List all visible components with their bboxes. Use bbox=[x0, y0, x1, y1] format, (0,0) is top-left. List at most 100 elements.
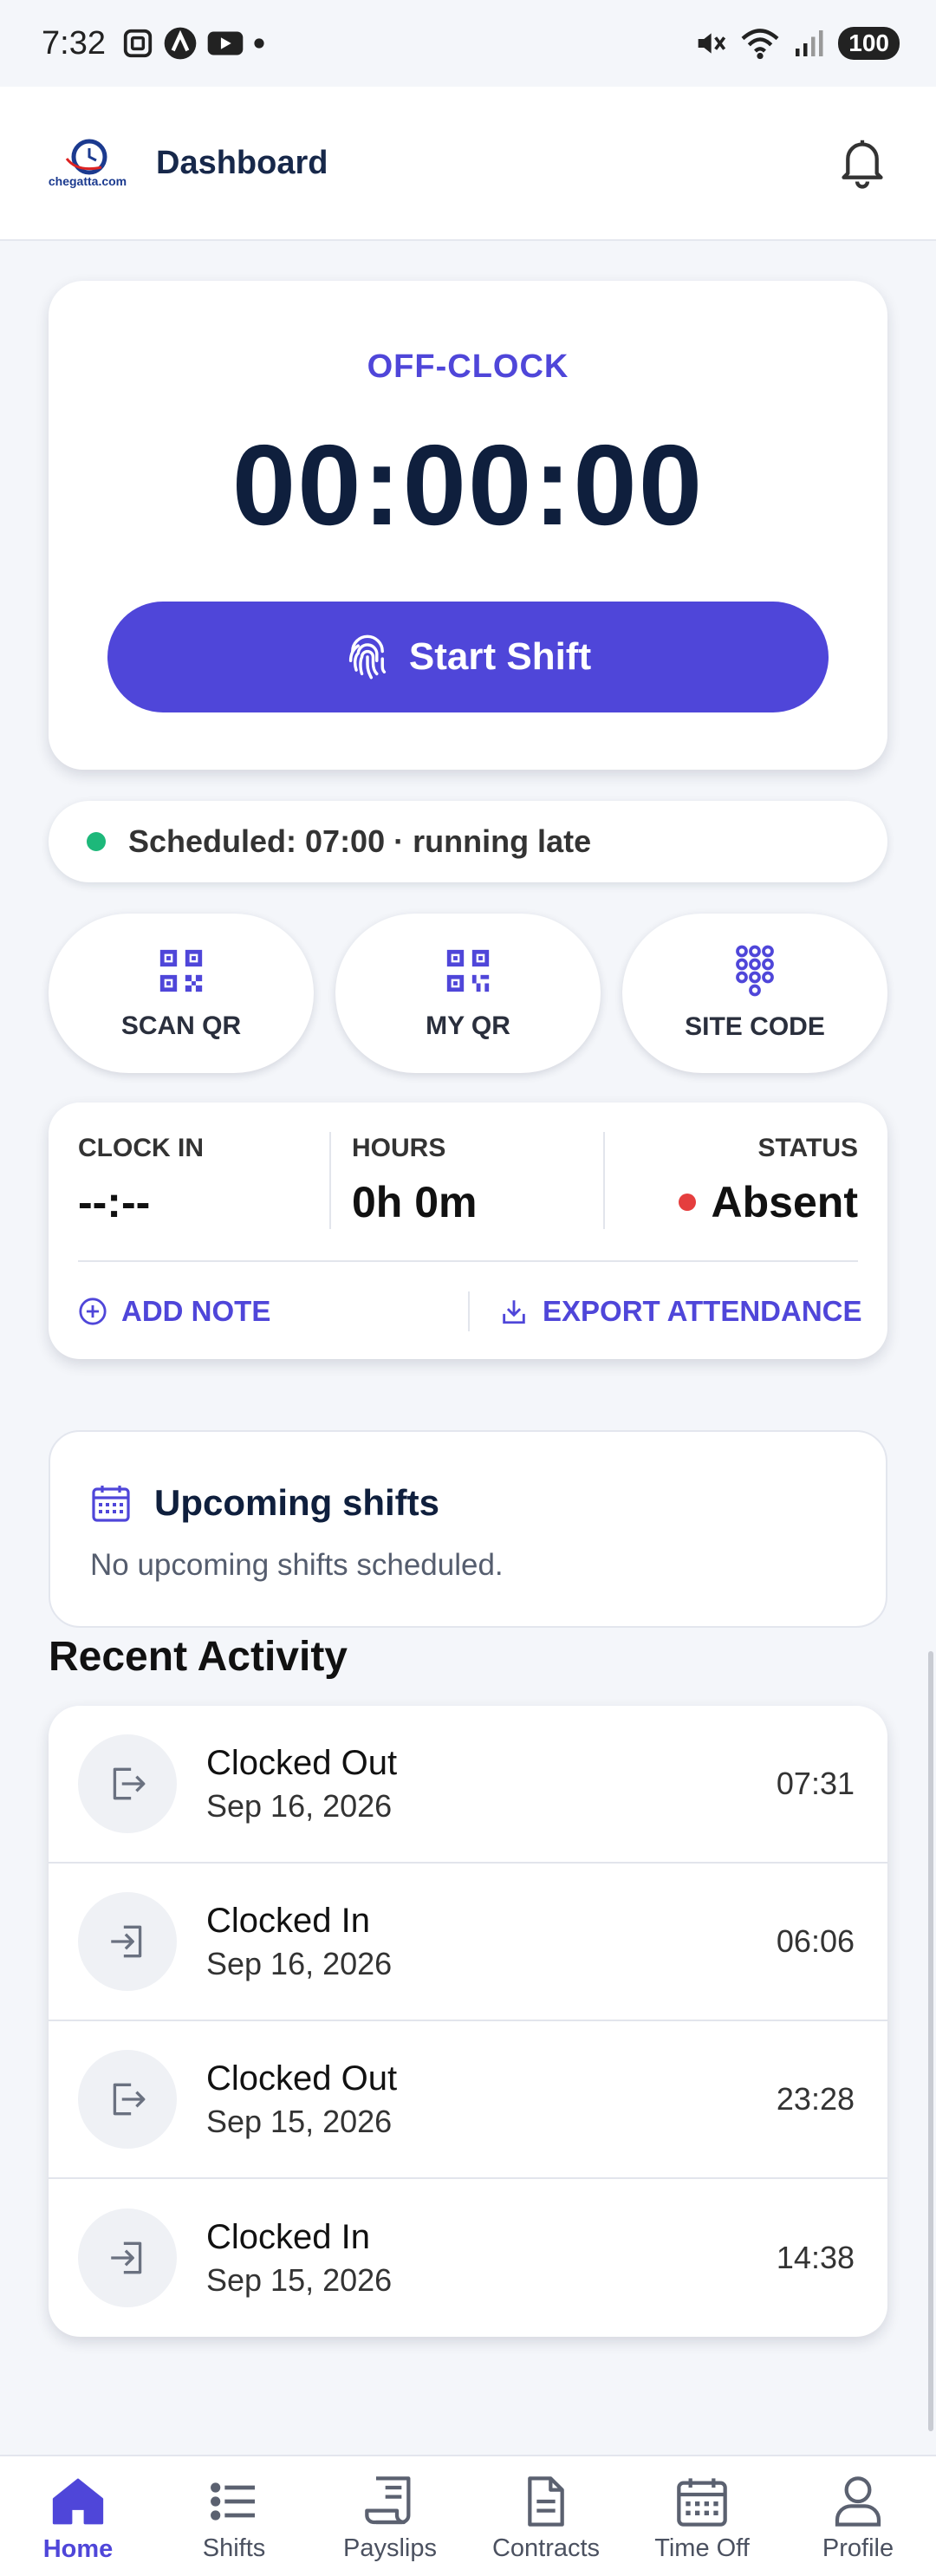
schedule-text: Scheduled: 07:00 · running late bbox=[128, 823, 592, 859]
activity-date: Sep 15, 2026 bbox=[206, 2261, 393, 2298]
status-stat: STATUS Absent bbox=[678, 1134, 858, 1227]
keypad-icon bbox=[736, 945, 774, 997]
youtube-icon bbox=[207, 31, 244, 55]
login-icon bbox=[111, 1925, 142, 1958]
scrollbar[interactable] bbox=[928, 1651, 933, 2431]
status-value: Absent bbox=[711, 1178, 858, 1226]
clock-state: OFF-CLOCK bbox=[367, 348, 569, 385]
a-icon bbox=[164, 27, 197, 60]
nav-contracts[interactable]: Contracts bbox=[468, 2456, 624, 2576]
activity-icon-wrap bbox=[78, 2050, 177, 2149]
scan-qr-label: SCAN QR bbox=[120, 1012, 242, 1040]
activity-time: 23:28 bbox=[776, 2081, 855, 2117]
logo-icon bbox=[65, 139, 107, 175]
activity-title: Clocked Out bbox=[206, 1743, 398, 1782]
schedule-dot bbox=[87, 832, 106, 851]
activity-date: Sep 15, 2026 bbox=[206, 2103, 393, 2139]
bell-icon bbox=[842, 140, 883, 189]
status-time: 7:32 bbox=[42, 24, 106, 62]
activity-title: Clocked Out bbox=[206, 2059, 398, 2098]
home-icon bbox=[52, 2478, 104, 2524]
divider bbox=[468, 1291, 470, 1331]
activity-time: 06:06 bbox=[776, 1923, 855, 1959]
activity-item[interactable]: Clocked Out Sep 15, 2026 23:28 bbox=[49, 2021, 887, 2179]
activity-icon-wrap bbox=[78, 1892, 177, 1991]
nav-profile-label: Profile bbox=[822, 2534, 894, 2562]
fingerprint-icon bbox=[348, 634, 386, 680]
app-bar: chegatta.com Dashboard bbox=[0, 87, 936, 241]
clock-in-label: CLOCK IN bbox=[78, 1134, 204, 1162]
wifi-icon bbox=[741, 29, 779, 60]
add-note-label: ADD NOTE bbox=[121, 1295, 271, 1327]
export-label: EXPORT ATTENDANCE bbox=[543, 1295, 862, 1327]
nav-contracts-label: Contracts bbox=[491, 2534, 601, 2562]
add-circle-icon bbox=[79, 1298, 107, 1325]
recent-activity-title: Recent Activity bbox=[49, 1634, 348, 1680]
nav-shifts[interactable]: Shifts bbox=[156, 2456, 312, 2576]
person-icon bbox=[835, 2475, 881, 2527]
my-qr-button[interactable]: MY QR bbox=[335, 914, 601, 1073]
activity-item[interactable]: Clocked In Sep 15, 2026 14:38 bbox=[49, 2179, 887, 2337]
activity-item[interactable]: Clocked Out Sep 16, 2026 07:31 bbox=[49, 1706, 887, 1864]
download-icon bbox=[503, 1300, 525, 1324]
screenshot-icon bbox=[123, 29, 153, 58]
activity-date: Sep 16, 2026 bbox=[206, 1945, 393, 1981]
scan-qr-button[interactable]: SCAN QR bbox=[49, 914, 314, 1073]
nav-shifts-label: Shifts bbox=[202, 2534, 266, 2562]
battery-level: 100 bbox=[838, 27, 900, 60]
activity-title: Clocked In bbox=[206, 1901, 370, 1940]
signal-icon bbox=[796, 30, 823, 56]
nav-payslips-label: Payslips bbox=[343, 2534, 437, 2562]
activity-item[interactable]: Clocked In Sep 16, 2026 06:06 bbox=[49, 1864, 887, 2021]
hours-stat: HOURS 0h 0m bbox=[352, 1134, 478, 1227]
logout-icon bbox=[113, 2083, 146, 2116]
clock-timer: 00:00:00 bbox=[231, 421, 705, 549]
site-code-button[interactable]: SITE CODE bbox=[622, 914, 887, 1073]
company-logo: chegatta.com bbox=[49, 124, 127, 202]
clock-in-value: --:-- bbox=[78, 1178, 151, 1226]
attendance-stats-card: CLOCK IN --:-- HOURS 0h 0m STATUS Absent… bbox=[49, 1103, 887, 1359]
my-qr-label: MY QR bbox=[426, 1012, 510, 1040]
nav-profile[interactable]: Profile bbox=[780, 2456, 936, 2576]
upcoming-shifts-title: Upcoming shifts bbox=[154, 1482, 440, 1523]
mute-icon bbox=[698, 33, 726, 54]
clock-card: OFF-CLOCK 00:00:00 Start Shift bbox=[49, 281, 887, 770]
status-bar: 7:32 100 bbox=[0, 0, 936, 87]
start-shift-label: Start Shift bbox=[408, 635, 592, 678]
recent-activity-list: Clocked Out Sep 16, 2026 07:31 Clocked I… bbox=[49, 1706, 887, 2337]
status-value-wrap: Absent bbox=[678, 1177, 858, 1227]
login-icon bbox=[111, 2241, 142, 2274]
activity-title: Clocked In bbox=[206, 2217, 370, 2256]
dot-icon bbox=[254, 38, 264, 49]
hours-label: HOURS bbox=[352, 1134, 446, 1162]
activity-time: 14:38 bbox=[776, 2240, 855, 2275]
add-note-button[interactable]: ADD NOTE bbox=[78, 1295, 270, 1328]
nav-home-label: Home bbox=[42, 2534, 114, 2563]
notifications-button[interactable] bbox=[832, 133, 893, 193]
nav-time-off[interactable]: Time Off bbox=[624, 2456, 780, 2576]
nav-time-off-label: Time Off bbox=[654, 2534, 750, 2562]
calendar-icon bbox=[677, 2477, 727, 2527]
upcoming-shifts-empty: No upcoming shifts scheduled. bbox=[90, 1548, 504, 1582]
activity-date: Sep 16, 2026 bbox=[206, 1787, 393, 1824]
activity-icon-wrap bbox=[78, 1734, 177, 1833]
calendar-icon bbox=[92, 1486, 130, 1522]
hours-value: 0h 0m bbox=[352, 1178, 478, 1226]
start-shift-button[interactable]: Start Shift bbox=[107, 602, 829, 712]
site-code-label: SITE CODE bbox=[685, 1012, 825, 1041]
divider bbox=[603, 1132, 605, 1229]
list-icon bbox=[211, 2482, 255, 2521]
export-attendance-button[interactable]: EXPORT ATTENDANCE bbox=[499, 1295, 862, 1328]
bottom-navigation: Home Shifts Payslips Contracts Time Off … bbox=[0, 2455, 936, 2576]
nav-payslips[interactable]: Payslips bbox=[312, 2456, 468, 2576]
logo-text: chegatta.com bbox=[48, 174, 127, 188]
nav-home[interactable]: Home bbox=[0, 2456, 156, 2576]
activity-icon-wrap bbox=[78, 2208, 177, 2307]
clock-in-stat: CLOCK IN --:-- bbox=[78, 1134, 204, 1227]
status-dot bbox=[678, 1193, 696, 1211]
logout-icon bbox=[113, 1767, 146, 1800]
document-icon bbox=[528, 2475, 564, 2527]
divider bbox=[78, 1260, 858, 1262]
status-label: STATUS bbox=[757, 1134, 858, 1162]
upcoming-shifts-header: Upcoming shifts bbox=[90, 1482, 439, 1524]
